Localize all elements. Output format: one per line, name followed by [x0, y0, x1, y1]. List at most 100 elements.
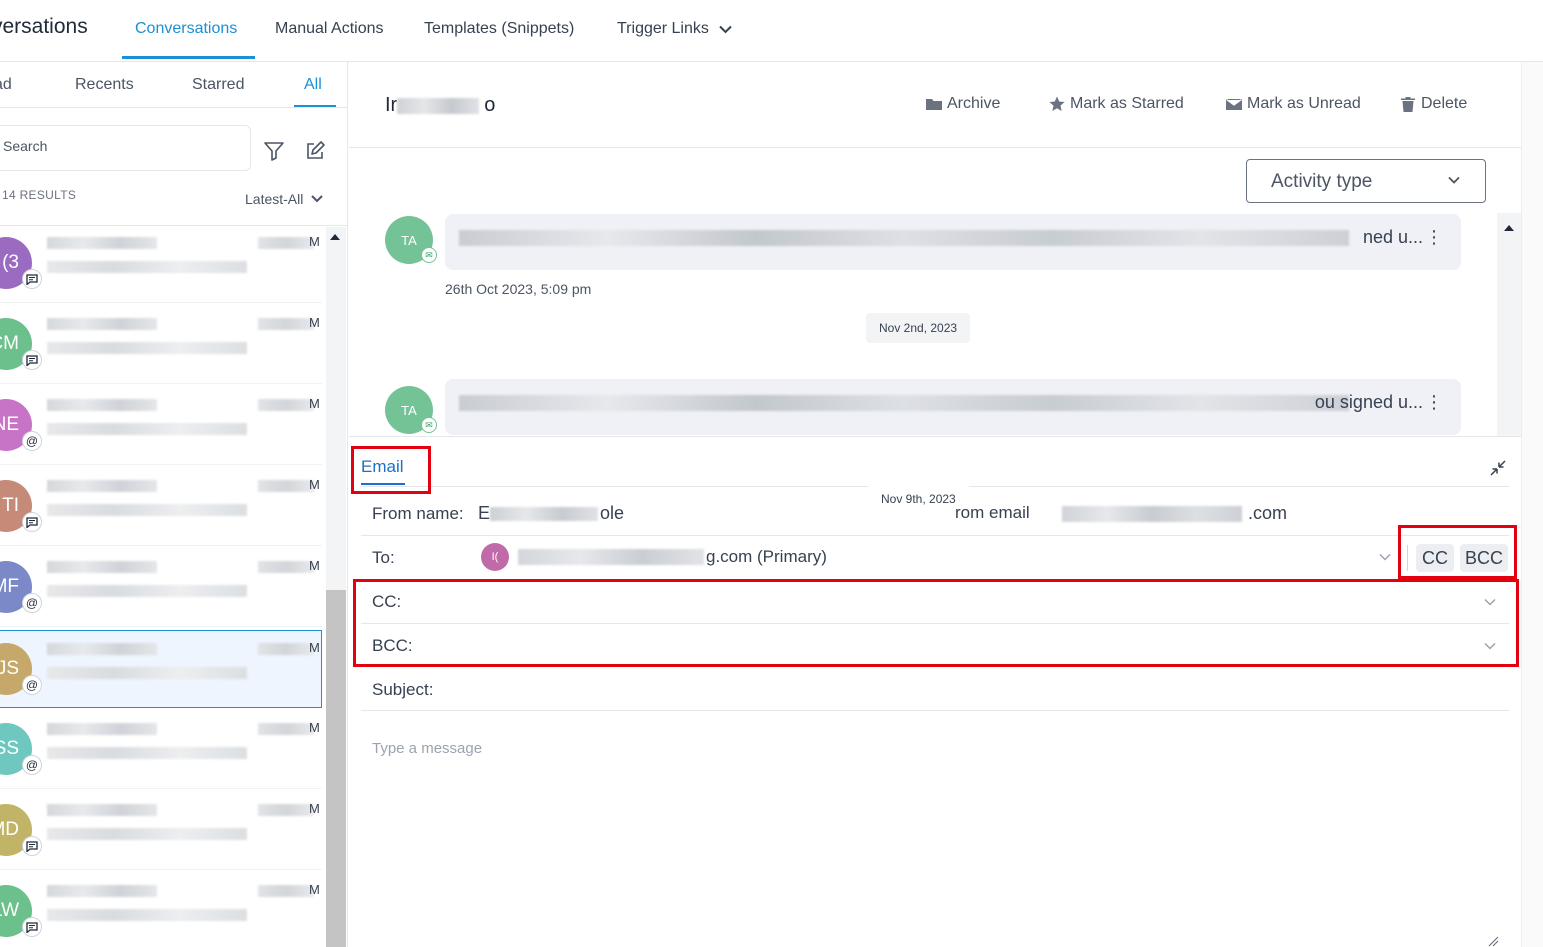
redacted-text	[258, 399, 314, 411]
conversation-item[interactable]: SS@M	[0, 711, 322, 789]
subject-input[interactable]	[450, 672, 1500, 708]
chevron-down-icon[interactable]	[1484, 596, 1496, 608]
sort-select[interactable]: Latest-All	[245, 191, 324, 207]
redacted-text	[47, 804, 157, 816]
folder-icon	[926, 99, 942, 110]
redacted-text	[47, 504, 247, 516]
from-name-start: E	[478, 503, 491, 523]
cc-label: CC:	[372, 592, 402, 611]
message-bubble[interactable]: ou signed u... ⋮	[445, 379, 1461, 435]
chat-icon	[22, 917, 42, 937]
tab-trigger-links[interactable]: Trigger Links	[617, 20, 732, 38]
redacted-text	[258, 804, 314, 816]
redacted-text	[258, 237, 314, 249]
redacted-text	[47, 667, 247, 679]
chevron-down-icon[interactable]	[1379, 551, 1391, 563]
redacted-text	[518, 549, 704, 565]
redacted-text	[47, 318, 157, 330]
list-scroll-thumb[interactable]	[326, 590, 346, 947]
at-icon: @	[22, 675, 42, 695]
cc-toggle-button[interactable]: CC	[1416, 544, 1454, 572]
envelope-icon	[1226, 98, 1242, 110]
recipient-avatar: I(	[481, 543, 509, 571]
message-textarea[interactable]	[361, 730, 1509, 940]
from-email-label: rom email	[955, 503, 1030, 522]
active-tab-indicator	[122, 56, 255, 59]
subtab-starred[interactable]: Starred	[192, 76, 244, 94]
divider	[361, 710, 1509, 711]
message-bubble[interactable]: ned u... ⋮	[445, 214, 1461, 270]
delete-label: Delete	[1421, 95, 1468, 112]
more-options-icon[interactable]: ⋮	[1425, 392, 1443, 413]
to-recipient-value[interactable]: g.com (Primary)	[706, 547, 827, 567]
message-timestamp: 26th Oct 2023, 5:09 pm	[445, 281, 592, 297]
conversation-time: M	[309, 477, 320, 492]
tab-templates[interactable]: Templates (Snippets)	[424, 20, 574, 38]
trash-icon	[1401, 97, 1415, 112]
conversation-item[interactable]: MF@M	[0, 549, 322, 627]
date-separator: Nov 9th, 2023	[868, 484, 969, 514]
chat-icon	[22, 269, 42, 289]
cc-input[interactable]	[450, 584, 1470, 620]
conversation-item[interactable]: TI M	[0, 468, 322, 546]
message-preview: ned u...	[1362, 227, 1423, 247]
collapse-icon[interactable]	[1489, 459, 1507, 477]
active-subtab-indicator	[294, 105, 336, 107]
conversation-time: M	[309, 640, 320, 655]
results-count: 14 RESULTS	[2, 188, 77, 202]
bcc-input[interactable]	[450, 628, 1470, 664]
activity-type-select[interactable]: Activity type	[1246, 159, 1486, 203]
message-preview: ou signed u...	[1314, 392, 1423, 412]
subject-label: Subject:	[372, 680, 434, 699]
redacted-text	[47, 885, 157, 897]
chat-icon	[22, 350, 42, 370]
redacted-text	[47, 423, 247, 435]
archive-button[interactable]: Archive	[926, 95, 1000, 113]
tab-email[interactable]: Email	[361, 457, 404, 477]
subtab-unread[interactable]: ad	[0, 76, 12, 94]
conversation-item[interactable]: JS@M	[0, 630, 322, 708]
chevron-down-icon	[1448, 176, 1460, 184]
delete-button[interactable]: Delete	[1400, 95, 1467, 113]
mark-starred-label: Mark as Starred	[1070, 95, 1184, 112]
chat-icon	[22, 836, 42, 856]
filter-icon[interactable]	[263, 140, 285, 162]
search-input[interactable]	[3, 138, 233, 154]
conversation-item[interactable]: NE@M	[0, 387, 322, 465]
bcc-toggle-button[interactable]: BCC	[1460, 544, 1508, 572]
from-name-label: From name:	[372, 504, 464, 523]
conversation-item[interactable]: LWM	[0, 873, 322, 947]
chevron-down-icon	[719, 25, 732, 33]
chevron-down-icon[interactable]	[1484, 640, 1496, 652]
conversation-time: M	[309, 801, 320, 816]
mark-unread-button[interactable]: Mark as Unread	[1226, 95, 1361, 113]
more-options-icon[interactable]: ⋮	[1425, 227, 1443, 248]
divider	[0, 107, 347, 108]
search-box	[0, 125, 251, 171]
scroll-up-icon[interactable]	[1504, 225, 1514, 231]
chat-scrollbar[interactable]	[1497, 213, 1521, 437]
redacted-text	[47, 480, 157, 492]
conversation-time: M	[309, 234, 320, 249]
subtab-all[interactable]: All	[304, 76, 322, 94]
tab-conversations[interactable]: Conversations	[135, 20, 237, 38]
bcc-label: BCC:	[372, 636, 413, 655]
conversation-item[interactable]: CMM	[0, 306, 322, 384]
subtab-recents[interactable]: Recents	[75, 76, 134, 94]
compose-icon[interactable]	[304, 140, 326, 162]
from-email-value[interactable]: .com	[1248, 503, 1287, 524]
resize-handle-icon[interactable]	[1487, 935, 1499, 947]
redacted-text	[47, 909, 247, 921]
redacted-text	[47, 643, 157, 655]
scroll-up-icon[interactable]	[330, 234, 340, 240]
tab-manual-actions[interactable]: Manual Actions	[275, 20, 384, 38]
divider	[361, 623, 1509, 624]
activity-type-label: Activity type	[1271, 171, 1373, 192]
redacted-text	[47, 585, 247, 597]
mark-starred-button[interactable]: Mark as Starred	[1049, 95, 1184, 113]
conversation-item[interactable]: (3 M	[0, 225, 322, 303]
redacted-text	[258, 643, 314, 655]
conversation-item[interactable]: MDM	[0, 792, 322, 870]
redacted-text	[459, 395, 1349, 411]
redacted-text	[47, 342, 247, 354]
